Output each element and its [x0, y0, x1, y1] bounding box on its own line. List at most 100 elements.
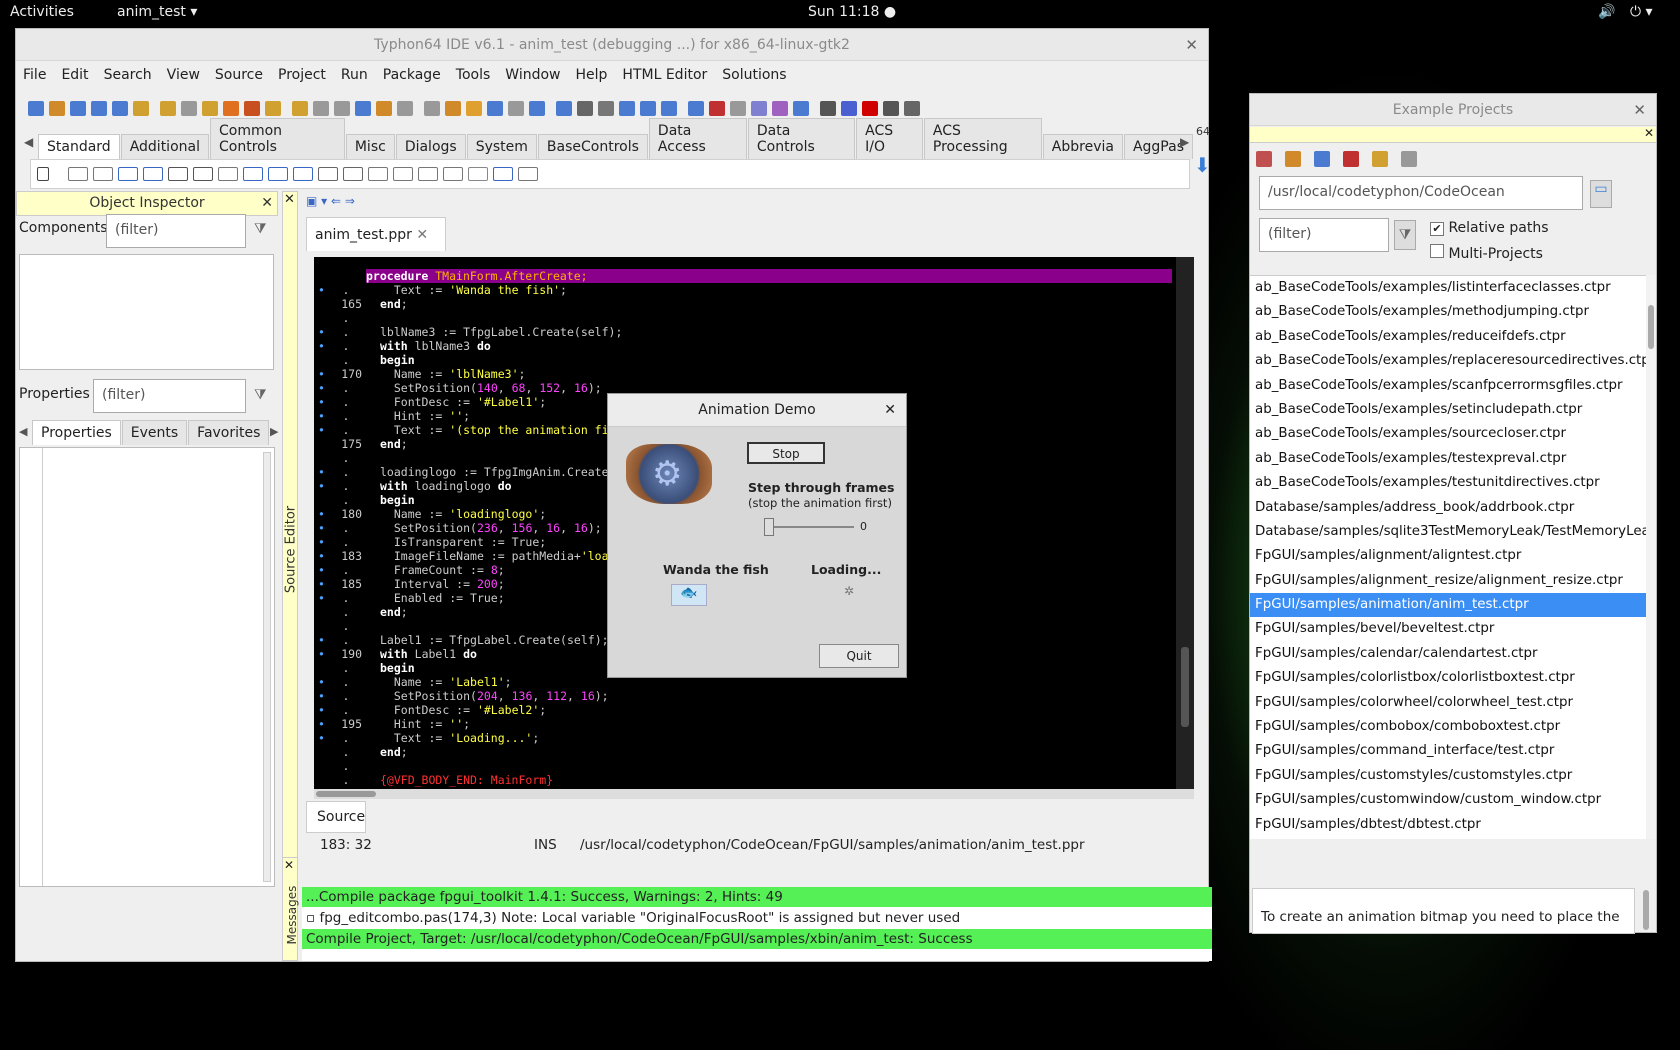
component-icon[interactable]: [193, 167, 213, 181]
tab-data-access[interactable]: Data Access: [648, 118, 747, 159]
toolbar-icon[interactable]: [751, 100, 767, 116]
component-icon[interactable]: [168, 167, 188, 181]
breakpoint-dot[interactable]: •: [318, 717, 330, 731]
browse-folder-icon[interactable]: ▭: [1590, 180, 1612, 208]
menu-tools[interactable]: Tools: [456, 67, 491, 83]
list-item[interactable]: FpGUI/samples/bevel/beveltest.ctpr: [1250, 617, 1646, 641]
tab-properties[interactable]: Properties: [32, 420, 121, 445]
breakpoint-dot[interactable]: •: [318, 549, 330, 563]
component-icon[interactable]: [118, 167, 138, 181]
toolbar-icon[interactable]: [688, 100, 704, 116]
toolbar-icon[interactable]: [376, 100, 392, 116]
list-scrollbar[interactable]: [1646, 275, 1656, 839]
component-icon[interactable]: [518, 167, 538, 181]
breakpoint-dot[interactable]: •: [318, 381, 330, 395]
toolbar-icon[interactable]: [244, 100, 260, 116]
toolbar-icon[interactable]: [508, 100, 524, 116]
file-tab[interactable]: anim_test.ppr ✕: [306, 217, 446, 251]
component-icon[interactable]: [443, 167, 463, 181]
toolbar-icon[interactable]: [355, 100, 371, 116]
component-icon[interactable]: [37, 167, 49, 181]
toolbar-icon[interactable]: [793, 100, 809, 116]
tab-system[interactable]: System: [466, 134, 537, 159]
breakpoint-dot[interactable]: •: [318, 535, 330, 549]
component-icon[interactable]: [93, 167, 113, 181]
close-icon[interactable]: ✕: [416, 227, 428, 243]
menu-edit[interactable]: Edit: [61, 67, 88, 83]
examples-filter-input[interactable]: (filter): [1259, 218, 1389, 252]
list-item[interactable]: ab_BaseCodeTools/examples/reduceifdefs.c…: [1250, 325, 1646, 349]
tab-common-controls[interactable]: Common Controls: [209, 118, 345, 159]
close-icon[interactable]: ✕: [261, 192, 273, 215]
component-icon[interactable]: [368, 167, 388, 181]
menu-window[interactable]: Window: [505, 67, 560, 83]
properties-filter[interactable]: (filter): [93, 379, 246, 413]
breakpoint-dot[interactable]: •: [318, 409, 330, 423]
filter-icon[interactable]: ⧩: [1394, 220, 1416, 250]
toolbar-icon[interactable]: [529, 100, 545, 116]
tab-misc[interactable]: Misc: [345, 134, 395, 159]
menu-run[interactable]: Run: [341, 67, 368, 83]
toolbar-icon[interactable]: [466, 100, 482, 116]
open-icon[interactable]: [1285, 151, 1301, 167]
breakpoint-dot[interactable]: •: [318, 507, 330, 521]
tab-favorites[interactable]: Favorites: [188, 420, 270, 445]
settings-icon[interactable]: [1401, 151, 1417, 167]
toolbar-icon[interactable]: [487, 100, 503, 116]
component-icon[interactable]: [343, 167, 363, 181]
clock[interactable]: Sun 11:18 ●: [808, 4, 896, 20]
close-icon[interactable]: ✕: [1633, 94, 1646, 126]
close-icon[interactable]: ✕: [884, 394, 896, 427]
component-icon[interactable]: [218, 167, 238, 181]
refresh-icon[interactable]: [1256, 151, 1272, 167]
list-item[interactable]: FpGUI/samples/alignment/aligntest.ctpr: [1250, 544, 1646, 568]
menu-source[interactable]: Source: [215, 67, 263, 83]
list-item[interactable]: FpGUI/samples/colorlistbox/colorlistboxt…: [1250, 666, 1646, 690]
toolbar-icon[interactable]: [598, 100, 614, 116]
toolbar-icon[interactable]: [424, 100, 440, 116]
list-item[interactable]: FpGUI/samples/alignment_resize/alignment…: [1250, 569, 1646, 593]
list-item[interactable]: FpGUI/samples/command_interface/test.ctp…: [1250, 739, 1646, 763]
menu-solutions[interactable]: Solutions: [722, 67, 786, 83]
scroll-thumb[interactable]: [1181, 647, 1189, 727]
quit-button[interactable]: Quit: [819, 644, 899, 668]
list-item[interactable]: ab_BaseCodeTools/examples/scanfpcerrorms…: [1250, 374, 1646, 398]
menu-project[interactable]: Project: [278, 67, 326, 83]
menu-search[interactable]: Search: [104, 67, 152, 83]
list-item[interactable]: FpGUI/samples/dbtest/dbtest.ctpr: [1250, 813, 1646, 837]
toolbar-icon[interactable]: [181, 100, 197, 116]
toolbar-icon[interactable]: [265, 100, 281, 116]
toolbar-icon[interactable]: [28, 100, 44, 116]
breakpoint-dot[interactable]: •: [318, 367, 330, 381]
hscrollbar[interactable]: [314, 789, 1194, 799]
breakpoint-dot[interactable]: •: [318, 703, 330, 717]
tab-data-controls[interactable]: Data Controls: [747, 118, 856, 159]
menu-view[interactable]: View: [167, 67, 200, 83]
tab-acs-i-o[interactable]: ACS I/O: [856, 118, 923, 159]
toolbar-icon[interactable]: [772, 100, 788, 116]
scroll-right-icon[interactable]: ▶: [1180, 135, 1189, 149]
close-icon[interactable]: ✕: [1185, 29, 1198, 61]
toolbar-icon[interactable]: [334, 100, 350, 116]
component-icon[interactable]: [293, 167, 313, 181]
breakpoint-dot[interactable]: •: [318, 395, 330, 409]
close-icon[interactable]: ✕: [284, 192, 295, 207]
breakpoint-dot[interactable]: •: [318, 731, 330, 745]
activities-button[interactable]: Activities: [10, 4, 74, 20]
tab-events[interactable]: Events: [121, 420, 188, 445]
toolbar-icon[interactable]: [730, 100, 746, 116]
list-item[interactable]: FpGUI/samples/combobox/comboboxtest.ctpr: [1250, 715, 1646, 739]
breakpoint-dot[interactable]: •: [318, 479, 330, 493]
breakpoint-dot[interactable]: •: [318, 339, 330, 353]
toolbar-icon[interactable]: [70, 100, 86, 116]
multi-projects-row[interactable]: Multi-Projects: [1430, 244, 1543, 262]
tab-basecontrols[interactable]: BaseControls: [537, 134, 648, 159]
breakpoint-dot[interactable]: •: [318, 647, 330, 661]
component-icon[interactable]: [318, 167, 338, 181]
list-item[interactable]: Database/samples/sqlite3TestMemoryLeak/T…: [1250, 520, 1646, 544]
list-item[interactable]: Database/samples/address_book/addrbook.c…: [1250, 496, 1646, 520]
component-icon[interactable]: [418, 167, 438, 181]
examples-path-input[interactable]: /usr/local/codetyphon/CodeOcean: [1259, 176, 1583, 210]
close-icon[interactable]: ✕: [284, 858, 294, 872]
scroll-left-icon[interactable]: ◀: [19, 425, 27, 438]
